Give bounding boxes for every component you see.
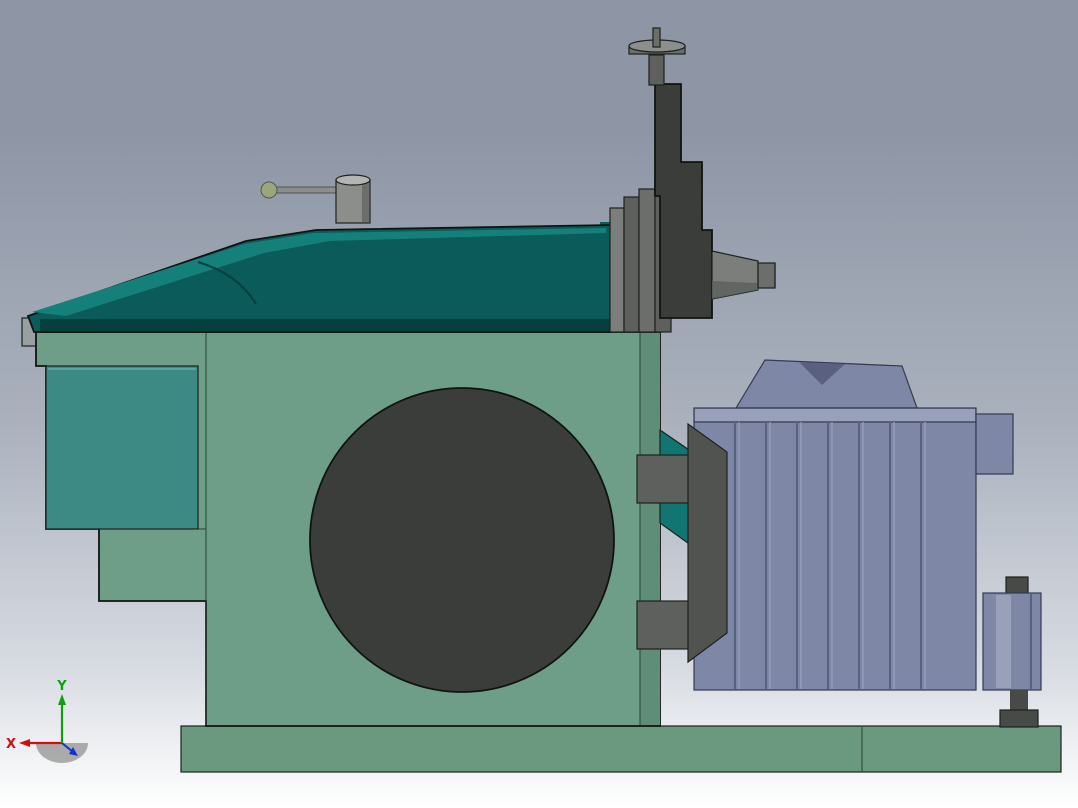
flywheel[interactable] [310, 388, 614, 692]
screw-pin[interactable] [653, 28, 660, 47]
top-bolt[interactable] [1006, 577, 1028, 594]
crank-rod[interactable] [272, 187, 338, 193]
y-axis-arrowhead [58, 694, 66, 705]
base-plate[interactable] [181, 726, 1061, 772]
hub-shade [362, 181, 369, 222]
flange-2[interactable] [624, 197, 639, 332]
cone-shade [712, 281, 758, 299]
screw-shaft[interactable] [649, 55, 664, 85]
front-teal-panel[interactable] [46, 366, 198, 529]
bottom-bolt-stem[interactable] [1010, 690, 1028, 711]
motor-assembly[interactable] [694, 360, 1013, 690]
bracket-plate[interactable] [688, 424, 727, 662]
x-axis-label: X [6, 737, 16, 752]
crank-handle[interactable] [261, 175, 370, 223]
column-plate[interactable] [655, 84, 712, 318]
bottom-bolt-head[interactable] [1000, 710, 1038, 727]
motor-side-extension[interactable] [976, 414, 1013, 474]
leveling-cylinder-assembly[interactable] [983, 577, 1041, 727]
top-cover[interactable] [28, 222, 670, 332]
crank-knob[interactable] [261, 182, 277, 198]
cone-tip[interactable] [758, 263, 775, 288]
motor-top-band [695, 409, 975, 422]
cover-bottom-band [40, 319, 612, 331]
cylinder-body[interactable] [983, 593, 1041, 690]
orientation-triad: X Y [6, 679, 88, 763]
x-axis-arrowhead [19, 739, 30, 747]
triad-base-sector [36, 743, 88, 763]
clamp-block-upper[interactable] [637, 455, 689, 503]
flange-3[interactable] [639, 189, 655, 332]
machine-base[interactable] [181, 726, 1061, 772]
clamp-block-lower[interactable] [637, 601, 689, 649]
y-axis-label: Y [56, 679, 67, 694]
spindle-cone[interactable] [712, 251, 775, 299]
flange-1[interactable] [610, 208, 624, 332]
cylinder-highlight [996, 595, 1011, 688]
cad-viewport[interactable]: X Y [0, 0, 1078, 808]
body-right-side-shade [640, 333, 660, 725]
hub-top [336, 175, 370, 185]
motor-body[interactable] [694, 408, 976, 690]
model-canvas[interactable]: X Y [0, 0, 1078, 808]
